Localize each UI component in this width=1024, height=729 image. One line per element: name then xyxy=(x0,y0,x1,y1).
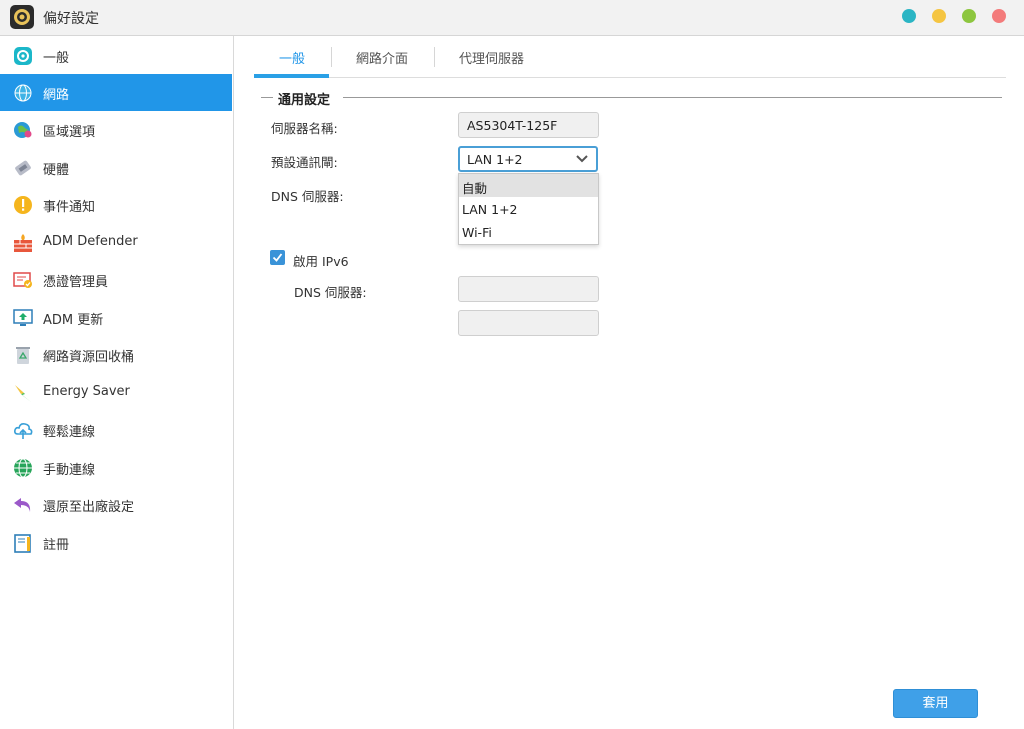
globe-icon xyxy=(14,84,32,102)
title-bar: 偏好設定 xyxy=(0,0,1024,36)
tab-separator xyxy=(331,47,332,67)
energy-icon xyxy=(15,385,31,402)
default-gateway-label: 預設通訊閘: xyxy=(271,155,338,170)
sidebar-item-label: ADM Defender xyxy=(43,234,138,249)
ipv6-dns-server-label: DNS 伺服器: xyxy=(294,285,367,300)
general-icon xyxy=(14,47,32,65)
sidebar-item-label: 手動連線 xyxy=(43,463,96,478)
sidebar-item-label: 網路資源回收桶 xyxy=(43,350,135,365)
gateway-option-wifi[interactable]: Wi-Fi xyxy=(459,221,598,244)
maximize-button[interactable] xyxy=(932,9,946,23)
gateway-option-auto[interactable]: 自動 xyxy=(459,174,598,197)
ipv6-checkbox[interactable] xyxy=(270,250,285,265)
server-name-field[interactable]: AS5304T-125F xyxy=(458,112,599,138)
preferences-app-icon xyxy=(10,5,34,29)
sidebar-item-manual-connect[interactable]: 手動連線 xyxy=(0,449,232,486)
region-icon xyxy=(14,122,32,138)
minimize-button[interactable] xyxy=(902,9,916,23)
restore-icon xyxy=(14,498,31,512)
tab-general[interactable]: 一般 xyxy=(279,48,305,67)
sidebar-item-region[interactable]: 區域選項 xyxy=(0,111,232,148)
hardware-icon xyxy=(15,160,31,176)
active-tab-indicator xyxy=(254,74,329,78)
sidebar-item-certificate[interactable]: 憑證管理員 xyxy=(0,261,232,298)
sidebar-item-energy-saver[interactable]: Energy Saver xyxy=(0,374,232,411)
sidebar-item-label: ADM 更新 xyxy=(43,313,104,328)
sidebar-item-label: 硬體 xyxy=(43,163,70,178)
sidebar-item-label: 事件通知 xyxy=(43,200,96,215)
gateway-option-lan[interactable]: LAN 1+2 xyxy=(459,198,598,221)
sidebar-item-hardware[interactable]: 硬體 xyxy=(0,149,232,186)
ipv6-label: 啟用 IPv6 xyxy=(293,254,349,269)
window-title: 偏好設定 xyxy=(43,11,99,27)
sidebar-item-register[interactable]: 註冊 xyxy=(0,524,232,561)
dns-server-label: DNS 伺服器: xyxy=(271,189,344,204)
fullscreen-button[interactable] xyxy=(962,9,976,23)
sidebar-item-easy-connect[interactable]: 輕鬆連線 xyxy=(0,411,232,448)
tab-proxy-server[interactable]: 代理伺服器 xyxy=(459,48,524,67)
server-name-label: 伺服器名稱: xyxy=(271,121,338,136)
sidebar-item-adm-update[interactable]: ADM 更新 xyxy=(0,299,232,336)
checkmark-icon xyxy=(272,253,283,262)
sidebar-item-label: 註冊 xyxy=(43,538,70,553)
sidebar-item-label: 憑證管理員 xyxy=(43,275,109,290)
sidebar-item-general[interactable]: 一般 xyxy=(0,37,232,74)
recycle-bin-icon xyxy=(16,347,30,364)
main-panel: 一般 網路介面 代理伺服器 通用設定 伺服器名稱: AS5304T-125F 預… xyxy=(234,36,1024,729)
manual-connect-icon xyxy=(14,458,32,478)
sidebar-item-label: 輕鬆連線 xyxy=(43,425,96,440)
default-gateway-value: LAN 1+2 xyxy=(467,152,523,167)
cloud-connect-icon xyxy=(14,423,33,439)
sidebar-item-notification[interactable]: 事件通知 xyxy=(0,186,232,223)
tab-separator xyxy=(434,47,435,67)
sidebar-item-adm-defender[interactable]: ADM Defender xyxy=(0,224,232,261)
sidebar-item-label: 還原至出廠設定 xyxy=(43,500,135,515)
sidebar-item-label: 一般 xyxy=(43,51,70,66)
sidebar-item-restore[interactable]: 還原至出廠設定 xyxy=(0,486,232,523)
sidebar: 一般 網路 區域選項 硬體 事件通知 ADM Defender 憑證管理員 AD… xyxy=(0,36,234,729)
ipv6-dns-field-1[interactable] xyxy=(458,276,599,302)
register-icon xyxy=(14,534,31,553)
apply-button[interactable]: 套用 xyxy=(893,689,978,718)
sidebar-item-label: 區域選項 xyxy=(43,125,96,140)
gateway-dropdown-menu: 自動 LAN 1+2 Wi-Fi xyxy=(458,173,599,245)
tab-network-interface[interactable]: 網路介面 xyxy=(356,48,408,67)
sidebar-item-recycle-bin[interactable]: 網路資源回收桶 xyxy=(0,336,232,373)
section-divider xyxy=(343,97,1002,98)
section-title: 通用設定 xyxy=(278,93,331,108)
chevron-down-icon xyxy=(576,155,588,163)
certificate-icon xyxy=(13,272,32,288)
sidebar-item-network[interactable]: 網路 xyxy=(0,74,232,111)
section-divider xyxy=(261,97,273,98)
firewall-icon xyxy=(14,234,32,252)
default-gateway-select[interactable]: LAN 1+2 xyxy=(458,146,598,172)
update-icon xyxy=(13,309,33,326)
sidebar-item-label: 網路 xyxy=(43,88,70,103)
sidebar-item-label: Energy Saver xyxy=(43,384,130,399)
close-button[interactable] xyxy=(992,9,1006,23)
alert-icon xyxy=(14,196,32,214)
ipv6-dns-field-2[interactable] xyxy=(458,310,599,336)
